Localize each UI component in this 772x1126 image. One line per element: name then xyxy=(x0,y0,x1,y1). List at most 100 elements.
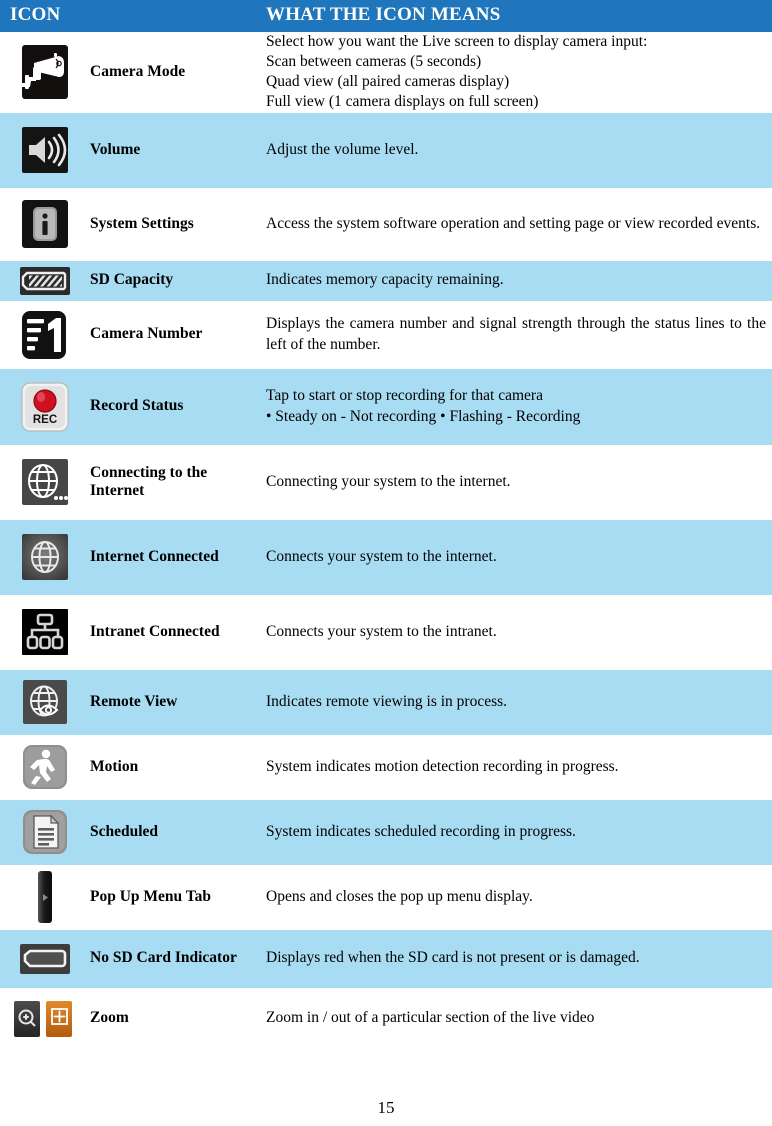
no-sd-card-indicator-icon xyxy=(18,942,72,976)
camera-number-icon xyxy=(18,308,72,362)
icon-label: Camera Mode xyxy=(90,63,186,81)
icon-cell: REC xyxy=(0,369,90,445)
icon-cell xyxy=(0,930,90,988)
icon-label: Internet Connected xyxy=(90,547,219,565)
table-row: Zoom Zoom in / out of a particular secti… xyxy=(0,987,772,1050)
icon-label: System Settings xyxy=(90,214,194,232)
icon-label: Camera Number xyxy=(90,325,203,343)
icon-label: Pop Up Menu Tab xyxy=(90,887,212,905)
table-row: Camera Number Displays the camera number… xyxy=(0,300,772,369)
icon-description: Displays the camera number and signal st… xyxy=(266,301,772,369)
system-settings-icon xyxy=(19,198,71,250)
intranet-connected-icon xyxy=(19,606,71,658)
icon-description: Connects your system to the intranet. xyxy=(266,595,772,670)
icon-cell xyxy=(0,445,90,520)
icon-label: Connecting to the Internet xyxy=(90,463,208,500)
icon-label: Scheduled xyxy=(90,822,159,840)
table-row: Motion System indicates motion detection… xyxy=(0,734,772,800)
icon-cell xyxy=(0,670,90,735)
table-row: Remote View Indicates remote viewing is … xyxy=(0,669,772,735)
sd-capacity-icon xyxy=(18,266,72,296)
icon-description: Indicates memory capacity remaining. xyxy=(266,261,772,301)
volume-icon xyxy=(19,124,71,176)
table-row: Volume Adjust the volume level. xyxy=(0,112,772,188)
icon-legend-table: ICON WHAT THE ICON MEANS Camera Mode Sel… xyxy=(0,0,772,1050)
description-line: Opens and closes the pop up menu display… xyxy=(266,887,533,905)
internet-connected-icon xyxy=(19,531,71,583)
icon-label: Volume xyxy=(90,140,141,158)
column-header-icon: ICON xyxy=(10,4,61,25)
icon-description: Tap to start or stop recording for that … xyxy=(266,369,772,445)
icon-description: Opens and closes the pop up menu display… xyxy=(266,865,772,930)
description-line: Scan between cameras (5 seconds) xyxy=(266,53,482,71)
table-row: System Settings Access the system softwa… xyxy=(0,187,772,261)
icon-label: No SD Card Indicator xyxy=(90,949,237,967)
table-row: Intranet Connected Connects your system … xyxy=(0,594,772,670)
icon-label: Intranet Connected xyxy=(90,622,220,640)
icon-label: Remote View xyxy=(90,692,178,710)
table-row: Camera Mode Select how you want the Live… xyxy=(0,32,772,113)
pop-up-menu-tab-icon xyxy=(34,870,56,924)
description-line: Adjust the volume level. xyxy=(266,140,419,158)
icon-cell xyxy=(0,301,90,369)
icon-label: Zoom xyxy=(90,1009,129,1027)
svg-text:REC: REC xyxy=(33,414,57,426)
icon-cell xyxy=(0,988,90,1050)
column-header-meaning: WHAT THE ICON MEANS xyxy=(266,4,501,25)
icon-description: Adjust the volume level. xyxy=(266,113,772,188)
icon-cell xyxy=(0,261,90,301)
table-row: Connecting to the Internet Connecting yo… xyxy=(0,444,772,520)
table-row: No SD Card Indicator Displays red when t… xyxy=(0,929,772,988)
description-line: Indicates memory capacity remaining. xyxy=(266,271,504,289)
table-row: Scheduled System indicates scheduled rec… xyxy=(0,799,772,865)
camera-mode-icon xyxy=(16,43,74,101)
motion-icon xyxy=(20,742,70,792)
remote-view-icon xyxy=(20,677,70,727)
table-header: ICON WHAT THE ICON MEANS xyxy=(0,0,772,32)
icon-cell xyxy=(0,735,90,800)
page-number: 15 xyxy=(377,1098,395,1117)
icon-cell xyxy=(0,188,90,261)
description-line: System indicates motion detection record… xyxy=(266,757,619,775)
zoom-icon xyxy=(12,998,78,1040)
table-row: REC Record Status Tap to start or stop r… xyxy=(0,368,772,445)
icon-description: Indicates remote viewing is in process. xyxy=(266,670,772,735)
description-line: Full view (1 camera displays on full scr… xyxy=(266,93,539,111)
icon-description: System indicates motion detection record… xyxy=(266,735,772,800)
table-row: Pop Up Menu Tab Opens and closes the pop… xyxy=(0,864,772,930)
table-body: Camera Mode Select how you want the Live… xyxy=(0,32,772,1050)
table-header-row: ICON WHAT THE ICON MEANS xyxy=(0,0,772,32)
description-line: • Steady on - Not recording • Flashing -… xyxy=(266,407,581,425)
icon-cell xyxy=(0,32,90,113)
icon-cell xyxy=(0,520,90,595)
icon-label: Record Status xyxy=(90,397,184,415)
icon-label: SD Capacity xyxy=(90,271,174,289)
description-line: Access the system software operation and… xyxy=(266,214,761,232)
table-row: SD Capacity Indicates memory capacity re… xyxy=(0,260,772,301)
record-status-icon: REC xyxy=(18,380,72,434)
description-line: Quad view (all paired cameras display) xyxy=(266,73,510,91)
description-line: Zoom in / out of a particular section of… xyxy=(266,1009,595,1027)
icon-label: Motion xyxy=(90,757,139,775)
description-line: Tap to start or stop recording for that … xyxy=(266,387,543,405)
icon-cell xyxy=(0,595,90,670)
description-line: Displays red when the SD card is not pre… xyxy=(266,949,640,967)
description-line: Select how you want the Live screen to d… xyxy=(266,33,648,50)
description-line: Connects your system to the internet. xyxy=(266,547,497,565)
description-line: Displays the camera number and signal st… xyxy=(266,315,766,353)
icon-cell xyxy=(0,800,90,865)
icon-description: Access the system software operation and… xyxy=(266,188,772,261)
description-line: System indicates scheduled recording in … xyxy=(266,822,576,840)
icon-description: Displays red when the SD card is not pre… xyxy=(266,930,772,988)
icon-description: Connects your system to the internet. xyxy=(266,520,772,595)
scheduled-icon xyxy=(20,807,70,857)
icon-cell xyxy=(0,113,90,188)
icon-cell xyxy=(0,865,90,930)
table-row: Internet Connected Connects your system … xyxy=(0,519,772,595)
description-line: Connects your system to the intranet. xyxy=(266,622,497,640)
icon-description: System indicates scheduled recording in … xyxy=(266,800,772,865)
connecting-to-internet-icon xyxy=(19,456,71,508)
description-line: Indicates remote viewing is in process. xyxy=(266,692,508,710)
icon-description: Connecting your system to the internet. xyxy=(266,445,772,520)
icon-description: Zoom in / out of a particular section of… xyxy=(266,988,772,1050)
